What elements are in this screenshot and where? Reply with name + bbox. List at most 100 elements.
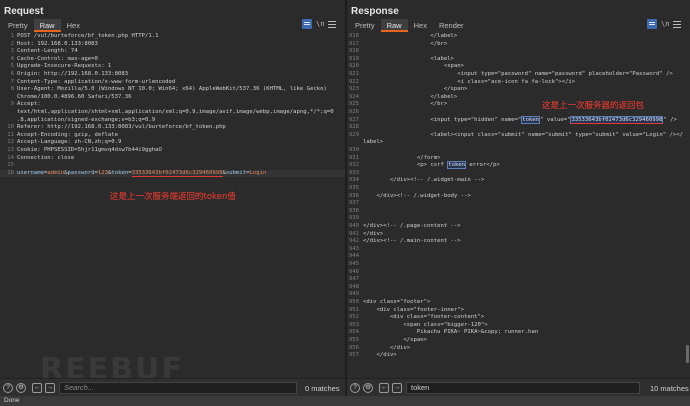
response-annotation: 这是上一次服务器的返回包 — [542, 101, 645, 111]
line-number: 924 — [348, 93, 359, 100]
line-text: </div><!-- /.widget-main --> — [363, 177, 485, 184]
request-tab-hex[interactable]: Hex — [61, 19, 86, 32]
code-line: 929 <label><input class="submit" name="s… — [347, 132, 690, 140]
code-line: 948 — [347, 284, 690, 292]
line-number: 921 — [348, 71, 359, 77]
code-line: 16 username=admin&password=123&token=3353… — [0, 169, 345, 178]
line-text: <i class="ace-icon fa fa-lock"></i> — [363, 78, 576, 85]
wrap-lines-icon[interactable]: \n — [316, 20, 324, 28]
message-actions-icon[interactable] — [302, 19, 312, 29]
line-text: Upgrade-Insecure-Requests: 1 — [17, 63, 112, 70]
line-number: 934 — [348, 177, 359, 184]
help-icon[interactable]: ? — [350, 383, 360, 393]
response-match-count: 10 matches — [650, 384, 689, 393]
response-tab-hex[interactable]: Hex — [408, 19, 433, 32]
line-text: username=admin&password=123&token=335336… — [17, 169, 266, 178]
line-text: Accept: — [17, 101, 41, 108]
line-text: text/html,application/xhtml+xml,applicat… — [17, 109, 334, 115]
code-line: 940 </div><!-- /.page-content --> — [347, 223, 690, 231]
forward-arrow-icon[interactable]: → — [45, 383, 55, 393]
line-number: 935 — [348, 185, 359, 191]
line-number: 2 — [10, 40, 14, 47]
line-number: 957 — [348, 352, 359, 359]
response-tab-render[interactable]: Render — [433, 19, 470, 32]
line-number: 955 — [348, 337, 359, 343]
response-editor[interactable]: 916 </label> 917 </br> 918 919 <label> 920 <… — [347, 33, 690, 377]
code-line: 937 — [347, 200, 690, 208]
status-bar: Done — [0, 396, 690, 406]
line-text: Cache-Control: max-age=0 — [17, 55, 98, 62]
request-tab-raw[interactable]: Raw — [33, 19, 61, 32]
line-number: 922 — [348, 78, 359, 85]
line-text: Accept-Encoding: gzip, deflate — [17, 131, 119, 138]
line-text: Accept-Language: zh-CN,zh;q=0.9 — [17, 139, 122, 146]
code-line: 934 </div><!-- /.widget-main --> — [347, 177, 690, 185]
forward-arrow-icon[interactable]: → — [392, 383, 402, 393]
line-number: 16 — [7, 169, 14, 176]
code-line: 930 — [347, 147, 690, 155]
line-number: 927 — [348, 116, 359, 123]
code-line: 936 </div><!-- /.widget-body --> — [347, 193, 690, 201]
line-number: 925 — [348, 101, 359, 108]
code-line: 922 <i class="ace-icon fa fa-lock"></i> — [347, 79, 690, 87]
line-text: <input type="password" name="password" p… — [363, 71, 673, 77]
back-arrow-icon[interactable]: ← — [32, 383, 42, 393]
code-fragment: error</p> — [466, 162, 500, 169]
code-line: 946 — [347, 269, 690, 277]
param-key: token — [111, 169, 129, 176]
code-fragment: " value=" — [540, 116, 571, 123]
line-text: </label> — [363, 33, 458, 39]
code-line: 4 Cache-Control: max-age=0 — [0, 56, 345, 64]
code-line: 954 Pikachu PIKA~ PIKA~&copy; runner.han — [347, 329, 690, 337]
line-number: 10 — [7, 124, 14, 131]
line-number: 5 — [10, 63, 14, 70]
wrap-lines-icon[interactable]: \n — [661, 20, 669, 28]
settings-icon[interactable]: ⚙ — [16, 383, 26, 393]
response-tab-raw[interactable]: Raw — [380, 19, 408, 32]
menu-icon[interactable] — [673, 20, 682, 28]
line-number: 936 — [348, 192, 359, 199]
message-actions-icon[interactable] — [647, 19, 657, 29]
line-number: 939 — [348, 215, 359, 222]
line-text: </div> — [363, 352, 397, 359]
line-number: 13 — [7, 147, 14, 153]
code-line: 941 </div> — [347, 231, 690, 239]
request-editor[interactable]: 1 POST /vul/burteforce/bf_token.php HTTP/… — [0, 33, 345, 377]
response-footer: ? ⚙ ← → token 10 matches — [347, 378, 690, 396]
code-line: 917 </br> — [347, 41, 690, 49]
line-number: 929 — [348, 131, 359, 138]
settings-icon[interactable]: ⚙ — [363, 383, 373, 393]
request-toolbar: \n — [302, 19, 337, 29]
code-line: 933 — [347, 170, 690, 178]
line-number: 940 — [348, 223, 359, 229]
code-line: 15 — [0, 162, 345, 170]
line-text: </label> — [363, 93, 458, 100]
response-search-input[interactable]: token — [406, 382, 640, 394]
code-line: 943 — [347, 246, 690, 254]
line-number: 920 — [348, 63, 359, 70]
response-tab-pretty[interactable]: Pretty — [349, 19, 381, 32]
menu-icon[interactable] — [328, 20, 337, 28]
code-line: 939 — [347, 215, 690, 223]
line-number: 14 — [7, 154, 14, 161]
param-key: password — [67, 169, 95, 176]
token-value: 33533643bf02473d6c329460998 — [131, 169, 223, 177]
line-text: </div><!-- /.main-content --> — [363, 238, 461, 245]
request-tab-pretty[interactable]: Pretty — [2, 19, 34, 32]
search-match-highlight: token — [521, 115, 541, 124]
line-text: POST /vul/burteforce/bf_token.php HTTP/1… — [17, 33, 159, 39]
line-number: 945 — [348, 261, 359, 267]
line-text: <span class="bigger-120"> — [363, 321, 488, 328]
code-line: 8 User-Agent: Mozilla/5.0 (Windows NT 10.… — [0, 86, 345, 94]
request-search-input[interactable]: Search... — [59, 382, 297, 394]
help-icon[interactable]: ? — [3, 383, 13, 393]
response-scrollbar[interactable] — [686, 345, 689, 363]
code-line: 928 — [347, 124, 690, 132]
code-line: 7 Content-Type: application/x-www-form-ur… — [0, 79, 345, 87]
code-line: 2 Host: 192.168.0.133:8083 — [0, 41, 345, 49]
back-arrow-icon[interactable]: ← — [379, 383, 389, 393]
line-number: 931 — [348, 154, 359, 161]
line-number: 923 — [348, 86, 359, 93]
line-number: 6 — [10, 71, 14, 77]
code-line: 927 <input type="hidden" name="token" va… — [347, 115, 690, 125]
